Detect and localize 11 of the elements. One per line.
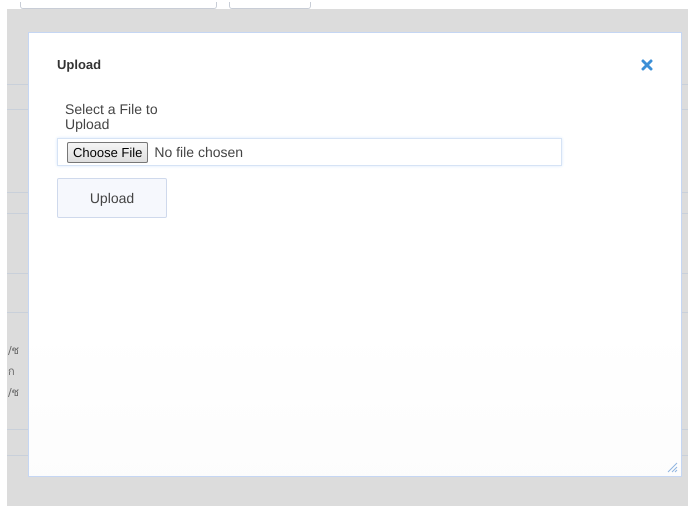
upload-button[interactable]: Upload (57, 178, 167, 218)
close-icon[interactable] (641, 58, 653, 70)
dialog-title: Upload (57, 57, 102, 72)
background-text: ก (8, 364, 16, 380)
resize-grip-icon[interactable] (667, 462, 678, 473)
choose-file-button[interactable]: Choose File (67, 142, 148, 162)
background-text: /ช (8, 384, 20, 400)
file-input[interactable]: Choose File No file chosen (57, 138, 562, 166)
file-prompt: Select a File to Upload (65, 102, 159, 132)
background-text: /ช (8, 342, 20, 358)
file-status: No file chosen (154, 144, 244, 160)
